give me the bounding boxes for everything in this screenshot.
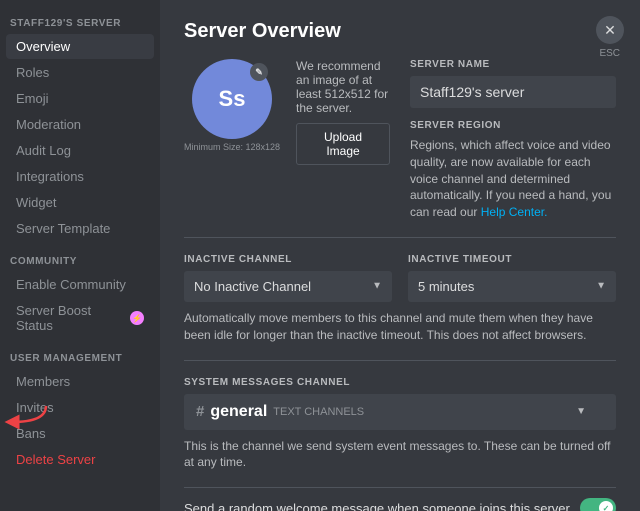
sidebar-item-roles[interactable]: Roles	[6, 60, 154, 85]
toggle-label-welcome: Send a random welcome message when someo…	[184, 501, 573, 511]
sidebar-item-members[interactable]: Members	[6, 369, 154, 394]
sidebar-item-label: Server Boost Status	[16, 303, 130, 333]
left-column: Ss ✎ Minimum Size: 128x128 We recommend …	[184, 59, 390, 185]
avatar-size-label: Minimum Size: 128x128	[184, 142, 280, 152]
inactive-timeout-col: INACTIVE TIMEOUT 5 minutes ▼	[408, 254, 616, 302]
inactive-channel-select[interactable]: No Inactive Channel	[184, 271, 392, 302]
toggle-knob-welcome: ✓	[599, 501, 613, 511]
server-icon-info: We recommend an image of at least 512x51…	[296, 59, 390, 165]
sidebar: STAFF129'S SERVER Overview Roles Emoji M…	[0, 0, 160, 511]
toggle-row-welcome: Send a random welcome message when someo…	[184, 487, 616, 511]
sidebar-item-label: Emoji	[16, 91, 49, 106]
hash-icon: #	[196, 403, 204, 420]
divider-1	[184, 237, 616, 238]
inactive-timeout-select[interactable]: 5 minutes	[408, 271, 616, 302]
arrow-indicator	[0, 402, 56, 430]
channel-name: general	[210, 403, 267, 421]
sidebar-item-label: Integrations	[16, 169, 84, 184]
avatar-initials: Ss	[219, 86, 246, 112]
server-region-label: SERVER REGION	[410, 120, 616, 131]
inactive-channel-col: INACTIVE CHANNEL No Inactive Channel ▼	[184, 254, 392, 302]
sidebar-item-delete-server[interactable]: Delete Server	[6, 447, 154, 472]
system-messages-section: SYSTEM MESSAGES CHANNEL # general TEXT C…	[184, 377, 616, 511]
sidebar-item-server-boost-status[interactable]: Server Boost Status ⚡	[6, 298, 154, 338]
sidebar-item-label: Enable Community	[16, 277, 126, 292]
help-center-link[interactable]: Help Center.	[481, 205, 548, 219]
main-content: ✕ ESC Server Overview Ss ✎ Minimum Size:…	[160, 0, 640, 511]
system-messages-label: SYSTEM MESSAGES CHANNEL	[184, 377, 616, 388]
sidebar-item-label: Roles	[16, 65, 49, 80]
divider-2	[184, 360, 616, 361]
sidebar-item-emoji[interactable]: Emoji	[6, 86, 154, 111]
chevron-down-icon-3: ▼	[576, 406, 586, 417]
system-channel-wrapper: # general TEXT CHANNELS ▼	[184, 394, 616, 430]
inactive-row: INACTIVE CHANNEL No Inactive Channel ▼ I…	[184, 254, 616, 302]
page-title: Server Overview	[184, 20, 616, 43]
edit-avatar-icon[interactable]: ✎	[250, 63, 268, 81]
sidebar-item-server-template[interactable]: Server Template	[6, 216, 154, 241]
sidebar-item-label: Overview	[16, 39, 70, 54]
community-section-label: COMMUNITY	[0, 242, 160, 271]
inactive-channel-select-wrapper: No Inactive Channel ▼	[184, 271, 392, 302]
server-avatar[interactable]: Ss ✎	[192, 59, 272, 139]
boost-badge: ⚡	[130, 311, 144, 325]
esc-label: ESC	[599, 48, 620, 59]
server-name-label: STAFF129'S SERVER	[0, 10, 160, 33]
toggle-welcome[interactable]: ✓	[580, 498, 616, 511]
sidebar-item-label: Server Template	[16, 221, 110, 236]
sidebar-item-moderation[interactable]: Moderation	[6, 112, 154, 137]
sidebar-item-label: Delete Server	[16, 452, 95, 467]
top-row: Ss ✎ Minimum Size: 128x128 We recommend …	[184, 59, 616, 221]
sidebar-item-overview[interactable]: Overview	[6, 34, 154, 59]
inactive-description: Automatically move members to this chann…	[184, 310, 616, 344]
close-button[interactable]: ✕	[596, 16, 624, 44]
sidebar-item-label: Widget	[16, 195, 56, 210]
inactive-timeout-select-wrapper: 5 minutes ▼	[408, 271, 616, 302]
system-channel-select-box[interactable]: # general TEXT CHANNELS ▼	[184, 394, 616, 430]
sidebar-item-label: Members	[16, 374, 70, 389]
sidebar-item-enable-community[interactable]: Enable Community	[6, 272, 154, 297]
icon-recommendation-text: We recommend an image of at least 512x51…	[296, 59, 390, 115]
upload-image-button[interactable]: Upload Image	[296, 123, 390, 165]
server-icon-section: Ss ✎ Minimum Size: 128x128 We recommend …	[184, 59, 390, 165]
region-description: Regions, which affect voice and video qu…	[410, 137, 616, 221]
sidebar-item-widget[interactable]: Widget	[6, 190, 154, 215]
system-channel-description: This is the channel we send system event…	[184, 438, 616, 472]
sidebar-item-audit-log[interactable]: Audit Log	[6, 138, 154, 163]
sidebar-item-integrations[interactable]: Integrations	[6, 164, 154, 189]
server-name-field: SERVER NAME	[410, 59, 616, 108]
inactive-channel-label: INACTIVE CHANNEL	[184, 254, 392, 265]
inactive-timeout-label: INACTIVE TIMEOUT	[408, 254, 616, 265]
server-name-label: SERVER NAME	[410, 59, 616, 70]
channel-category: TEXT CHANNELS	[273, 406, 364, 418]
sidebar-item-label: Audit Log	[16, 143, 71, 158]
user-management-section-label: USER MANAGEMENT	[0, 339, 160, 368]
sidebar-item-label: Moderation	[16, 117, 81, 132]
server-name-input[interactable]	[410, 76, 616, 108]
right-column: SERVER NAME SERVER REGION Regions, which…	[410, 59, 616, 221]
server-region-field: SERVER REGION Regions, which affect voic…	[410, 120, 616, 221]
